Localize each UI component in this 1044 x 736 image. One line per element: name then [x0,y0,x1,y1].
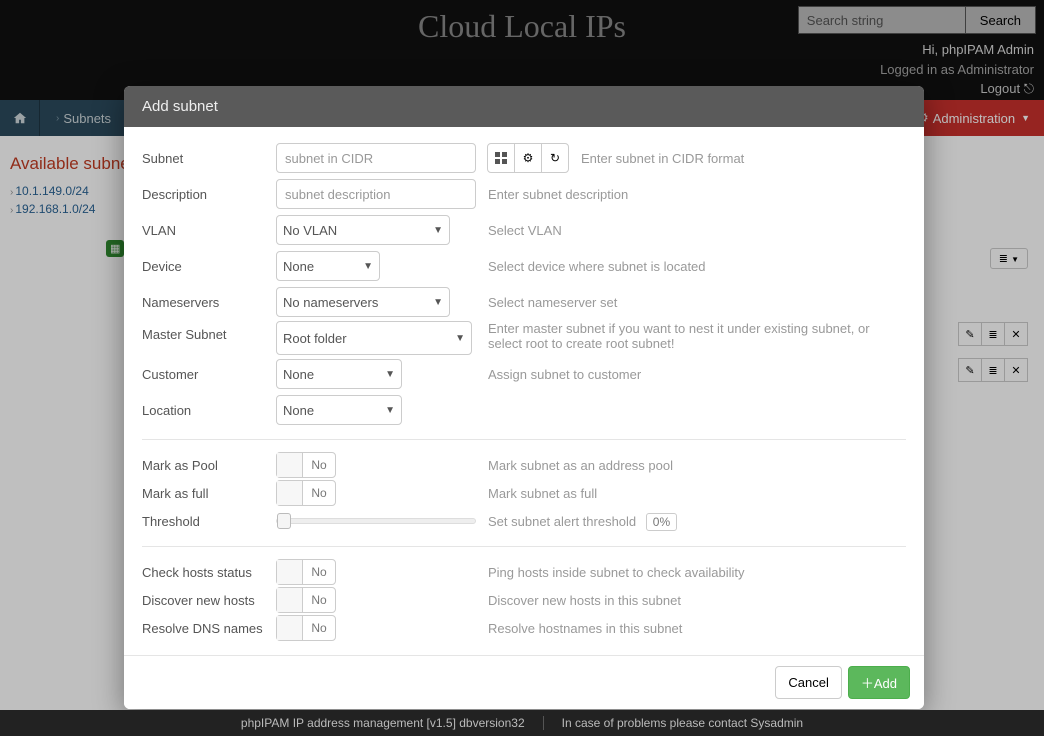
pool-toggle[interactable]: No [276,452,336,478]
caret-down-icon: ▼ [433,297,443,308]
caret-down-icon: ▼ [363,261,373,272]
footer-divider [543,716,544,730]
location-label: Location [142,403,276,418]
caret-down-icon: ▼ [455,333,465,344]
check-help: Ping hosts inside subnet to check availa… [488,565,906,580]
pool-label: Mark as Pool [142,458,276,473]
threshold-badge: 0% [646,513,677,531]
full-label: Mark as full [142,486,276,501]
discover-toggle[interactable]: No [276,587,336,613]
full-help: Mark subnet as full [488,486,906,501]
nameservers-help: Select nameserver set [488,295,906,310]
plus-icon: ＋ [861,676,874,691]
master-help: Enter master subnet if you want to nest … [488,321,906,351]
caret-down-icon: ▼ [433,225,443,236]
refresh-icon-button[interactable]: ↻ [541,143,569,173]
caret-down-icon: ▼ [385,369,395,380]
separator [142,439,906,440]
nameservers-label: Nameservers [142,295,276,310]
cancel-button[interactable]: Cancel [775,666,841,699]
check-label: Check hosts status [142,565,276,580]
modal-title: Add subnet [124,86,924,127]
footer-left: phpIPAM IP address management [v1.5] dbv… [241,716,525,730]
threshold-help: Set subnet alert threshold 0% [488,514,906,529]
grid-icon-button[interactable] [487,143,515,173]
nameservers-select[interactable]: No nameservers▼ [276,287,450,317]
caret-down-icon: ▼ [385,405,395,416]
subnet-label: Subnet [142,151,276,166]
device-select[interactable]: None▼ [276,251,380,281]
modal-footer: Cancel ＋Add [124,655,924,709]
vlan-label: VLAN [142,223,276,238]
subnet-input[interactable] [276,143,476,173]
description-help: Enter subnet description [488,187,906,202]
customer-help: Assign subnet to customer [488,367,906,382]
customer-select[interactable]: None▼ [276,359,402,389]
resolve-toggle[interactable]: No [276,615,336,641]
full-toggle[interactable]: No [276,480,336,506]
page-footer: phpIPAM IP address management [v1.5] dbv… [0,710,1044,736]
threshold-label: Threshold [142,514,276,529]
threshold-slider[interactable] [276,518,476,524]
discover-help: Discover new hosts in this subnet [488,593,906,608]
master-label: Master Subnet [142,321,276,342]
resolve-help: Resolve hostnames in this subnet [488,621,906,636]
modal-body: Subnet ⚙ ↻ Enter subnet in CIDR format D… [124,127,924,641]
customer-label: Customer [142,367,276,382]
check-toggle[interactable]: No [276,559,336,585]
resolve-label: Resolve DNS names [142,621,276,636]
subnet-help: Enter subnet in CIDR format [581,151,906,166]
gears-icon-button[interactable]: ⚙ [514,143,542,173]
device-label: Device [142,259,276,274]
vlan-select[interactable]: No VLAN▼ [276,215,450,245]
add-button[interactable]: ＋Add [848,666,910,699]
discover-label: Discover new hosts [142,593,276,608]
location-select[interactable]: None▼ [276,395,402,425]
pool-help: Mark subnet as an address pool [488,458,906,473]
description-label: Description [142,187,276,202]
vlan-help: Select VLAN [488,223,906,238]
description-input[interactable] [276,179,476,209]
add-subnet-modal: Add subnet Subnet ⚙ ↻ Enter subnet in CI… [124,86,924,709]
subnet-tools: ⚙ ↻ [488,143,569,173]
footer-right: In case of problems please contact Sysad… [562,716,803,730]
master-select[interactable]: Root folder▼ [276,321,472,355]
device-help: Select device where subnet is located [488,259,906,274]
separator [142,546,906,547]
